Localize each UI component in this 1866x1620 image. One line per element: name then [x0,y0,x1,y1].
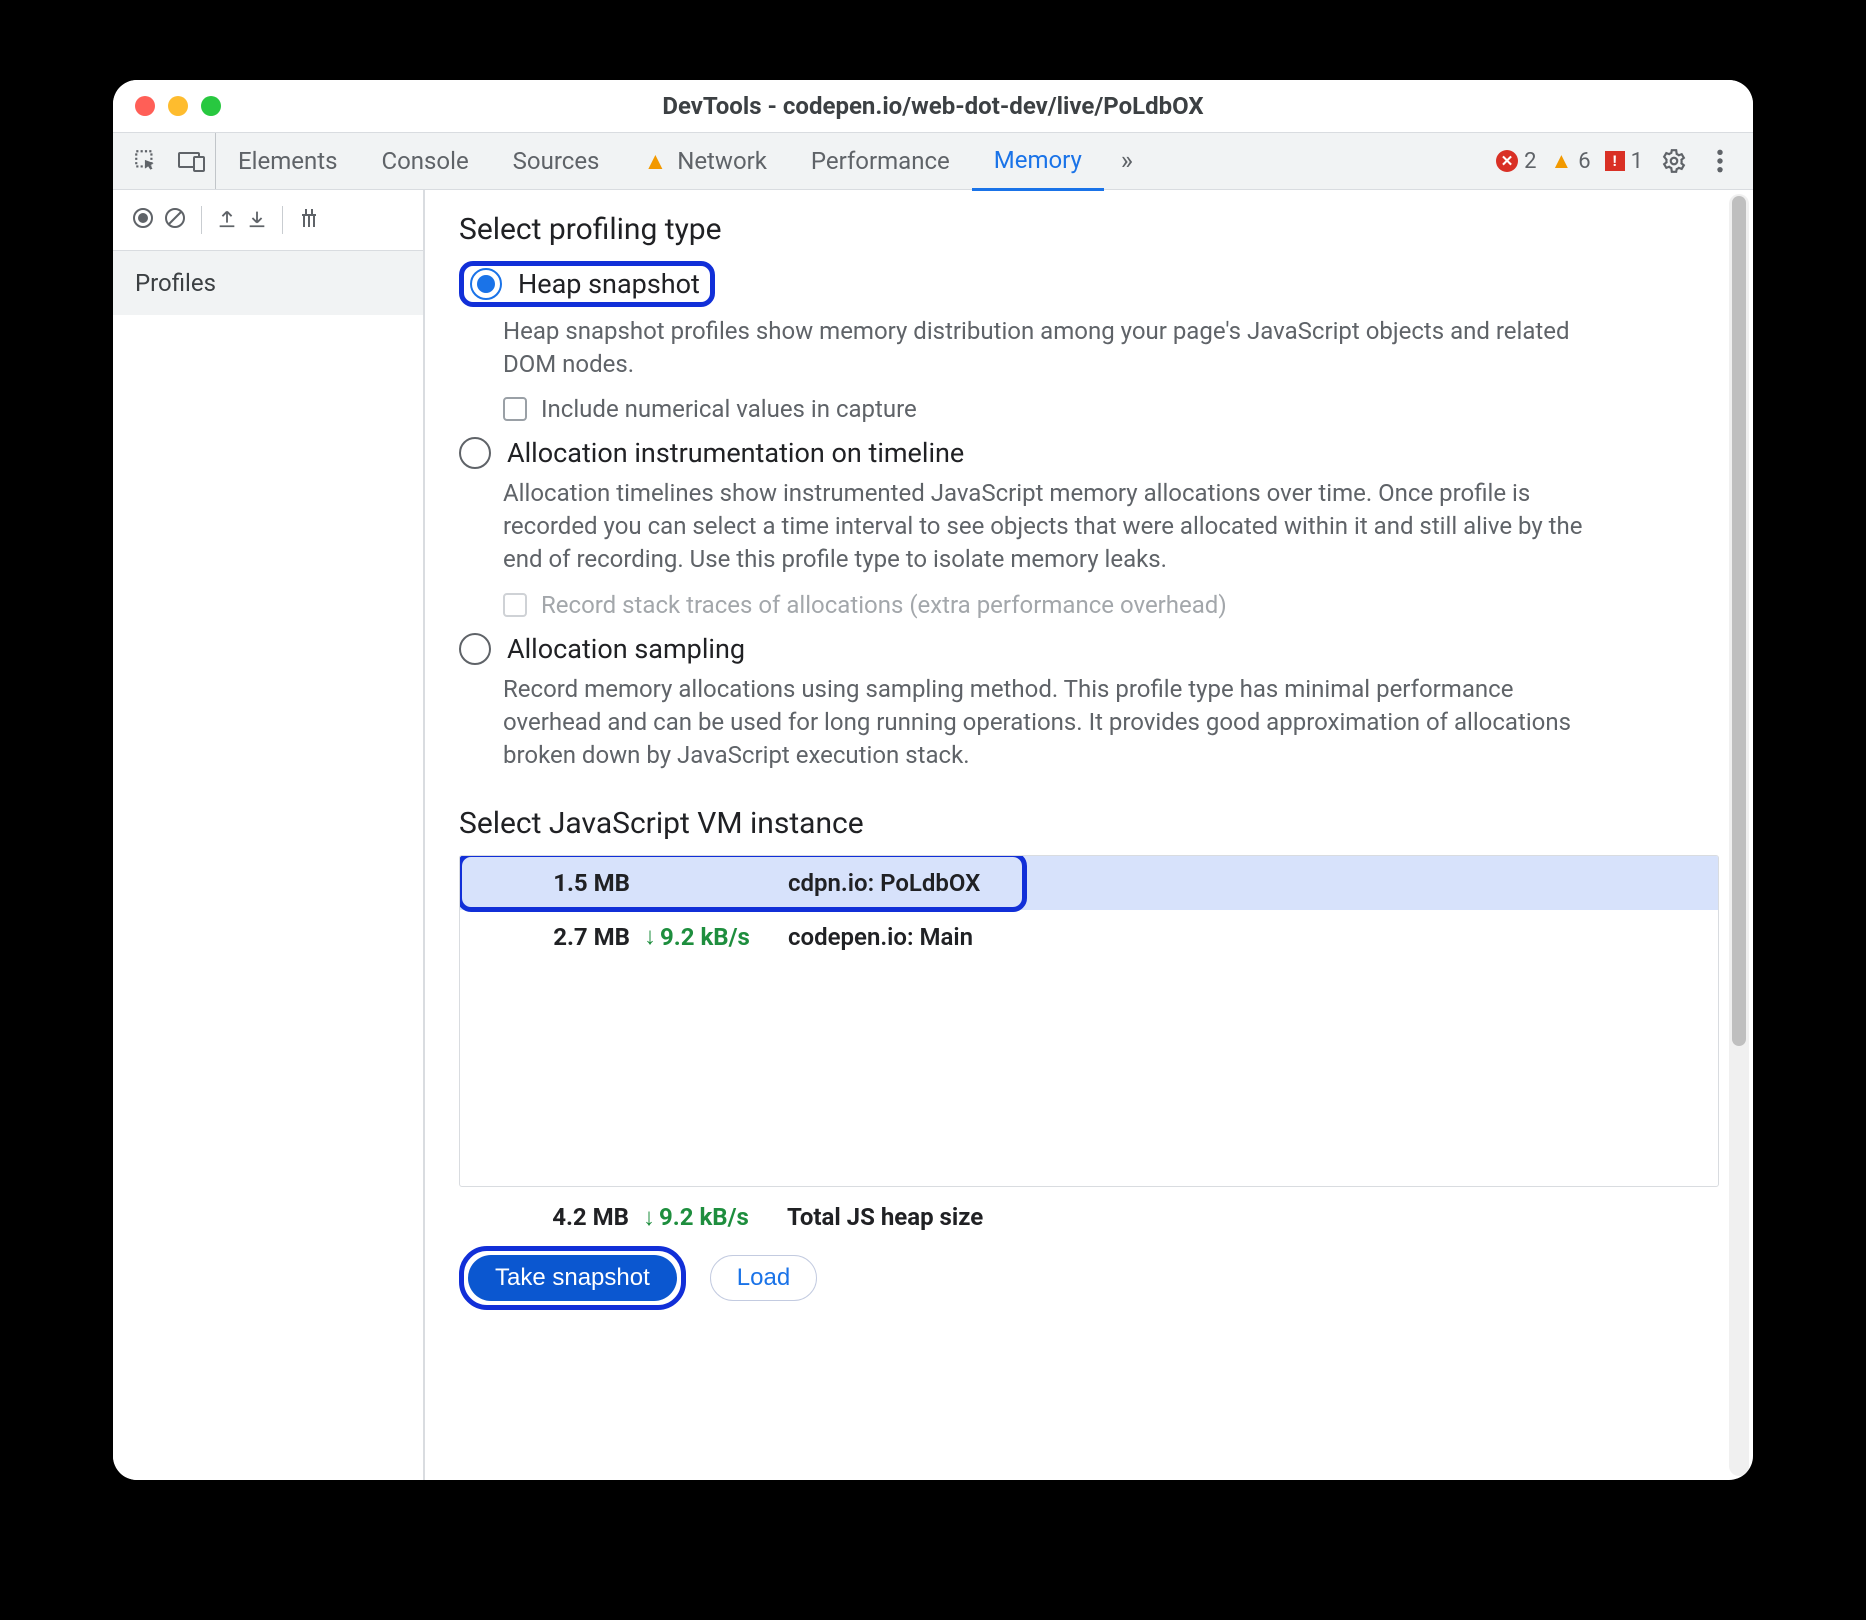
profiling-heading: Select profiling type [459,212,1719,247]
vm-total-size: 4.2 MB [459,1203,643,1231]
vm-size: 1.5 MB [460,869,644,897]
actions-row: Take snapshot Load [459,1246,1719,1310]
option-suboption: Record stack traces of allocations (extr… [503,591,1719,619]
issues-badge[interactable]: !1 [1605,149,1643,174]
radio-allocation-sampling[interactable] [459,633,491,665]
option-description: Record memory allocations using sampling… [503,673,1603,772]
tab-elements[interactable]: Elements [216,133,359,189]
tab-network[interactable]: ▲Network [621,133,788,189]
warning-icon: ▲ [643,147,667,176]
vm-name: cdpn.io: PoLdbOX [784,869,1718,897]
option-label: Allocation sampling [507,633,745,665]
device-toolbar-icon[interactable] [169,133,216,189]
tab-sources[interactable]: Sources [491,133,622,189]
option-allocation-timeline[interactable]: Allocation instrumentation on timeline A… [459,437,1719,618]
tab-memory[interactable]: Memory [972,132,1104,191]
vm-total-row: 4.2 MB ↓9.2 kB/s Total JS heap size [459,1203,1719,1232]
warning-icon: ▲ [1550,148,1572,174]
option-allocation-sampling[interactable]: Allocation sampling Record memory alloca… [459,633,1719,772]
tabbar: Elements Console Sources ▲Network Perfor… [113,133,1753,190]
main-panel: Select profiling type Heap snapshot Heap… [425,190,1753,1480]
sidebar: Profiles [113,190,425,1480]
collect-garbage-icon[interactable] [297,205,321,235]
highlight-take-snapshot: Take snapshot [459,1246,686,1310]
record-icon[interactable] [131,206,155,234]
vm-rate: ↓9.2 kB/s [644,922,784,951]
load-button[interactable]: Load [710,1255,817,1301]
arrow-down-icon: ↓ [643,1203,655,1232]
vm-instance-list: 1.5 MB cdpn.io: PoLdbOX 2.7 MB ↓9.2 kB/s… [459,855,1719,1187]
radio-allocation-timeline[interactable] [459,437,491,469]
download-icon[interactable] [246,206,268,234]
sidebar-toolbar [113,190,423,251]
vm-instance-row[interactable]: 1.5 MB cdpn.io: PoLdbOX [460,856,1718,910]
vm-total-label: Total JS heap size [783,1203,983,1231]
option-description: Allocation timelines show instrumented J… [503,477,1603,576]
status-badges: ✕2 ▲6 !1 [1496,148,1651,174]
warnings-badge[interactable]: ▲6 [1550,148,1590,174]
scrollbar-thumb[interactable] [1732,196,1746,1046]
option-label: Heap snapshot [518,268,700,300]
tab-performance[interactable]: Performance [789,133,972,189]
option-heap-snapshot[interactable]: Heap snapshot Heap snapshot profiles sho… [459,261,1719,423]
more-tabs-icon[interactable]: » [1104,146,1150,176]
vm-total-rate: ↓9.2 kB/s [643,1203,783,1232]
upload-icon[interactable] [216,206,238,234]
kebab-menu-icon[interactable] [1697,148,1743,174]
checkbox-include-numerical[interactable] [503,397,527,421]
vm-size: 2.7 MB [460,923,644,951]
window-title: DevTools - codepen.io/web-dot-dev/live/P… [113,92,1753,120]
option-suboption[interactable]: Include numerical values in capture [503,395,1719,423]
tab-console[interactable]: Console [359,133,490,189]
vm-name: codepen.io: Main [784,923,1718,951]
vm-instance-row[interactable]: 2.7 MB ↓9.2 kB/s codepen.io: Main [460,910,1718,964]
take-snapshot-button[interactable]: Take snapshot [468,1255,677,1301]
vm-heading: Select JavaScript VM instance [459,806,1719,841]
inspect-element-icon[interactable] [123,148,169,174]
highlight-heap-option: Heap snapshot [459,261,715,307]
checkbox-record-stacks [503,593,527,617]
profiles-section[interactable]: Profiles [113,251,423,315]
scrollbar[interactable] [1729,194,1749,1476]
titlebar: DevTools - codepen.io/web-dot-dev/live/P… [113,80,1753,133]
clear-icon[interactable] [163,206,187,234]
devtools-window: DevTools - codepen.io/web-dot-dev/live/P… [113,80,1753,1480]
option-label: Allocation instrumentation on timeline [507,437,964,469]
option-description: Heap snapshot profiles show memory distr… [503,315,1603,381]
errors-badge[interactable]: ✕2 [1496,149,1536,174]
arrow-down-icon: ↓ [644,922,656,951]
settings-icon[interactable] [1651,148,1697,174]
radio-heap-snapshot[interactable] [470,268,502,300]
